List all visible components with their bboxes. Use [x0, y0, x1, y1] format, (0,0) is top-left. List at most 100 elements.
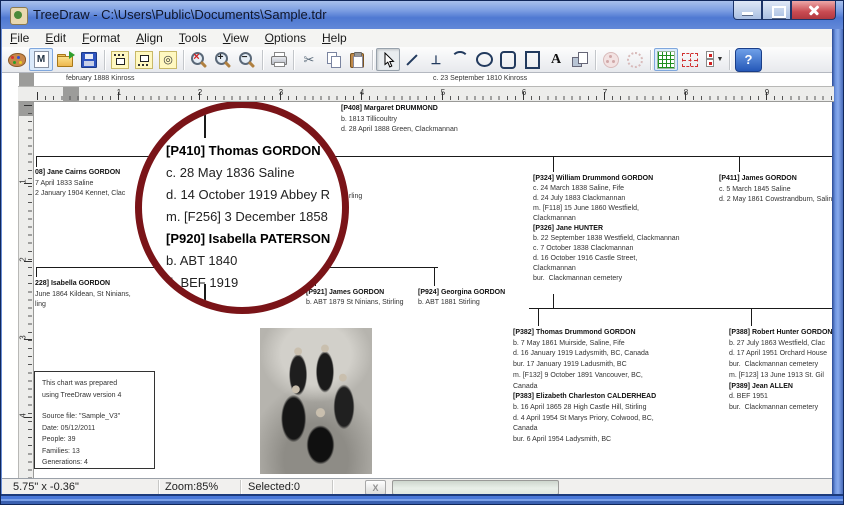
zoom-out-button[interactable]: −	[235, 48, 259, 71]
menu-align[interactable]: Align	[128, 30, 171, 46]
duplicate-shape-button[interactable]	[568, 48, 592, 71]
person-box-p324[interactable]: [P324] William Drummond GORDONc. 24 Marc…	[533, 174, 680, 284]
frame-bottom-icon	[135, 51, 153, 69]
menu-view[interactable]: View	[215, 30, 257, 46]
metafile-icon: M	[34, 51, 49, 68]
status-progress-bar[interactable]	[392, 480, 559, 495]
person-box-p411[interactable]: [P411] James GORDONc. 5 March 1845 Salin…	[719, 174, 833, 206]
box-tool-button[interactable]	[520, 48, 544, 71]
grid-toggle-button[interactable]	[654, 48, 678, 71]
target-button[interactable]: ◎	[156, 48, 180, 71]
ellipse-tool-button[interactable]	[472, 48, 496, 71]
person-box-jane[interactable]: 08] Jane Cairns GORDON7 April 1833 Salin…	[35, 168, 125, 200]
grid-icon	[657, 51, 675, 69]
help-icon: ?	[745, 52, 753, 67]
zoom-cancel-button[interactable]: ×	[187, 48, 211, 71]
duplicate-icon	[572, 52, 588, 68]
status-cancel-button[interactable]: X	[365, 480, 386, 495]
frame-top-icon	[111, 51, 129, 69]
rounded-box-icon	[500, 51, 516, 69]
perpendicular-tool-button[interactable]: ⊥	[424, 48, 448, 71]
palette-icon	[8, 53, 26, 67]
app-window: TreeDraw - C:\Users\Public\Documents\Sam…	[0, 0, 844, 505]
connector-line	[36, 267, 37, 277]
connector-line	[751, 308, 752, 326]
colors-button[interactable]	[5, 48, 29, 71]
horizontal-ruler: 1 2 3 4 5 6 7 8 9	[18, 86, 834, 102]
minimize-button[interactable]	[733, 1, 762, 20]
chart-annotation-box[interactable]: This chart was prepared using TreeDraw v…	[34, 371, 155, 469]
vertical-ruler: 1 2 3 4	[18, 102, 34, 478]
save-icon	[81, 52, 97, 68]
menu-tools[interactable]: Tools	[171, 30, 215, 46]
disabled-dashed-circle-icon	[627, 52, 643, 68]
snap-grid-button[interactable]	[678, 48, 702, 71]
menu-edit[interactable]: Edit	[37, 30, 74, 46]
restore-button[interactable]	[762, 1, 791, 20]
status-selected: Selected:0	[248, 481, 300, 493]
toolbar-separator	[104, 50, 105, 70]
save-button[interactable]	[77, 48, 101, 71]
connector-line	[538, 308, 539, 326]
person-box-p382[interactable]: [P382] Thomas Drummond GORDONb. 7 May 18…	[513, 328, 656, 446]
print-button[interactable]	[266, 48, 290, 71]
zoom-out-icon: −	[238, 51, 256, 68]
canvas[interactable]: february 1888 Kinross c. 23 September 18…	[2, 73, 834, 478]
frame-bottom-button[interactable]	[132, 48, 156, 71]
close-button[interactable]	[791, 1, 836, 20]
magnified-connector-line	[204, 108, 206, 138]
help-button[interactable]: ?	[735, 48, 762, 72]
metafile-toggle-button[interactable]: M	[29, 48, 53, 71]
chart-options-button[interactable]: ▼	[702, 48, 726, 71]
ellipse-icon	[476, 52, 493, 67]
open-button[interactable]	[53, 48, 77, 71]
zoom-cancel-icon: ×	[190, 51, 208, 68]
snap-grid-icon	[682, 53, 698, 67]
open-folder-icon	[57, 53, 74, 67]
person-box-p388[interactable]: [P388] Robert Hunter GORDONb. 27 July 18…	[729, 328, 833, 414]
zoom-in-button[interactable]: +	[211, 48, 235, 71]
paste-button[interactable]	[345, 48, 369, 71]
paste-icon	[350, 52, 364, 68]
chart-disabled-button-2	[623, 48, 647, 71]
menu-help[interactable]: Help	[314, 30, 355, 46]
printer-icon	[270, 52, 287, 67]
family-photo[interactable]	[260, 328, 372, 474]
window-controls	[733, 1, 836, 20]
menu-format[interactable]: Format	[74, 30, 128, 46]
line-tool-button[interactable]	[400, 48, 424, 71]
app-icon	[10, 7, 28, 25]
rounded-box-tool-button[interactable]	[496, 48, 520, 71]
line-icon	[406, 54, 417, 65]
toolbar: M ◎ × + − ✂ ⊥ A ▼	[2, 47, 844, 73]
title-bar[interactable]: TreeDraw - C:\Users\Public\Documents\Sam…	[1, 1, 844, 29]
text-tool-button[interactable]: A	[544, 48, 568, 71]
menu-file[interactable]: File	[2, 30, 37, 46]
clipped-text-fragment: rling	[349, 193, 362, 200]
clipped-text-above-ruler: c. 23 September 1810 Kinross	[433, 75, 527, 82]
person-box-p924[interactable]: [P924] Georgina GORDONb. ABT 1881 Stirli…	[418, 288, 505, 308]
magnified-person-details: [P410] Thomas GORDON c. 28 May 1836 Sali…	[166, 140, 330, 294]
connector-line	[553, 294, 554, 308]
cursor-arrow-icon	[381, 52, 396, 68]
text-icon: A	[551, 52, 561, 68]
select-tool-button[interactable]	[376, 48, 400, 71]
person-box-isabella[interactable]: 228] Isabella GORDONJune 1864 Kildean, S…	[35, 279, 131, 311]
copy-icon	[326, 52, 341, 68]
person-box-p408[interactable]: [P408] Margaret DRUMMONDb. 1813 Tillicou…	[341, 104, 458, 136]
magnifier-circle[interactable]: [P410] Thomas GORDON c. 28 May 1836 Sali…	[135, 101, 349, 314]
copy-button[interactable]	[321, 48, 345, 71]
window-border-bottom	[1, 494, 844, 504]
frame-top-button[interactable]	[108, 48, 132, 71]
target-icon: ◎	[159, 51, 177, 69]
connector-line	[553, 156, 554, 172]
cut-button[interactable]: ✂	[297, 48, 321, 71]
arc-tool-button[interactable]	[448, 48, 472, 71]
perpendicular-icon: ⊥	[431, 53, 441, 67]
chart-disabled-button-1	[599, 48, 623, 71]
connector-line	[434, 267, 435, 286]
menu-options[interactable]: Options	[257, 30, 314, 46]
box-icon	[525, 51, 540, 69]
minimize-icon	[742, 12, 753, 15]
menu-bar: File Edit Format Align Tools View Option…	[2, 29, 844, 48]
